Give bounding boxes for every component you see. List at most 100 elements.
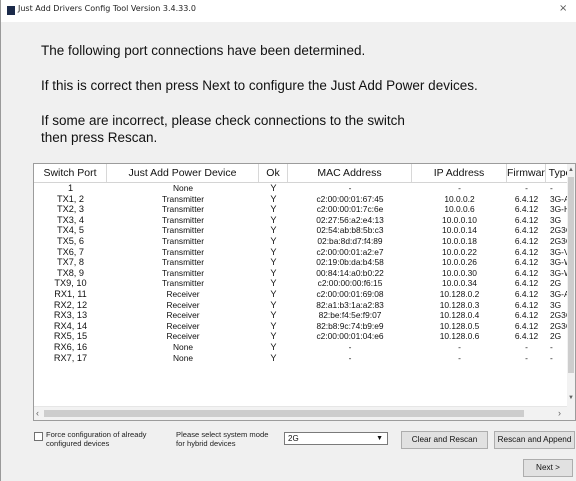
cell-firmware: 6.4.12	[514, 225, 539, 236]
cell-mac-address: c2:00:00:01:7c:6e	[316, 204, 384, 215]
table-row[interactable]: RX2, 12 Receiver Y 82:a1:b3:1a:a2:83 10.128.…	[34, 300, 567, 311]
cell-mac-address: -	[348, 352, 352, 363]
horizontal-scroll-thumb[interactable]	[44, 410, 524, 417]
table-row[interactable]: RX3, 13 Receiver Y 82:be:f4:5e:f9:07 10.128.…	[34, 310, 575, 321]
cell-ip-address: -	[458, 341, 461, 352]
cell-mac-address: -	[348, 341, 352, 352]
cell-switch-port: RX5, 15	[53, 331, 88, 342]
cell-device: Receiver	[166, 288, 200, 299]
horizontal-scrollbar[interactable]: ‹ ›	[34, 406, 567, 420]
cell-ok: Y	[270, 278, 277, 289]
vertical-scroll-thumb[interactable]	[568, 177, 574, 373]
cell-firmware: 6.4.12	[514, 288, 539, 299]
cell-mac-address: 02:ba:8d:d7:f4:89	[317, 235, 383, 246]
header-ip-address[interactable]: IP Address	[412, 164, 507, 182]
cell-mac-address: 82:b8:9c:74:b9:e9	[316, 320, 384, 331]
table-row[interactable]: RX4, 14 Receiver Y 82:b8:9c:74:b9:e9 10.128.…	[34, 320, 572, 332]
cell-device: Transmitter	[161, 235, 205, 246]
table-row[interactable]: RX1, 11 Receiver Yc2:00:00:01:69:08 10.128.…	[34, 288, 575, 300]
scrollbar-corner	[567, 406, 575, 420]
close-icon[interactable]: ×	[559, 3, 567, 14]
cell-ip-address: 10.128.0.5	[439, 320, 480, 331]
table-row[interactable]: TX4, 5 Transmitter Y 02:54:ab:b8:5b:c3 10.0.…	[34, 225, 575, 236]
rescan-and-append-button[interactable]: Rescan and Append	[494, 431, 575, 449]
table-row[interactable]: RX7, 17 None Y - - - -	[34, 353, 567, 364]
scroll-up-icon[interactable]: ▲	[567, 166, 575, 174]
cell-ip-address: 10.0.0.34	[442, 278, 477, 289]
cell-device: Transmitter	[161, 225, 205, 236]
cell-ok: Y	[270, 246, 277, 257]
cell-firmware: -	[525, 341, 528, 352]
cell-device: None	[172, 341, 194, 352]
chevron-down-icon[interactable]: ▼	[376, 433, 383, 444]
table-row[interactable]: RX5, 15 Receiver Yc2:00:00:01:04:e6 10.128.…	[34, 331, 567, 342]
cell-firmware: -	[525, 183, 528, 193]
cell-ok: Y	[270, 183, 277, 193]
cell-mac-address: c2:00:00:01:67:45	[316, 193, 384, 204]
message-line-4: then press Rescan.	[41, 130, 158, 145]
system-mode-label-line2: for hybrid devices	[176, 439, 236, 448]
force-config-label: Force configuration of already configure…	[46, 430, 146, 448]
table-row[interactable]: TX7, 8 Transmitter Y 02:19:0b:da:b4:58 10.0.…	[34, 257, 575, 268]
cell-ip-address: 10.0.0.10	[442, 214, 477, 225]
message-line-3: If some are incorrect, please check conn…	[41, 113, 405, 128]
cell-switch-port: RX6, 16	[53, 341, 88, 352]
cell-ip-address: 10.128.0.2	[439, 288, 480, 299]
header-firmware[interactable]: Firmware	[507, 164, 546, 182]
system-mode-value: 2G	[288, 434, 299, 443]
table-row[interactable]: TX2, 3 Transmitter Yc2:00:00:01:7c:6e 10.0.…	[34, 204, 575, 215]
cell-firmware: 6.4.12	[514, 331, 539, 342]
vertical-scrollbar[interactable]: ▲ ▼	[567, 164, 575, 406]
cell-firmware: 6.4.12	[514, 278, 539, 289]
cell-switch-port: TX3, 4	[56, 214, 85, 225]
cell-ip-address: 10.128.0.3	[439, 299, 480, 310]
force-config-checkbox[interactable]	[34, 432, 43, 441]
cell-device: Transmitter	[161, 257, 205, 268]
clear-and-rescan-button[interactable]: Clear and Rescan	[401, 431, 488, 449]
header-mac-address[interactable]: MAC Address	[288, 164, 412, 182]
cell-mac-address: 00:84:14:a0:b0:22	[316, 267, 384, 278]
table-row[interactable]: TX8, 9 Transmitter Y 00:84:14:a0:b0:22 10.0.…	[34, 267, 575, 279]
scroll-right-icon[interactable]: ›	[558, 408, 561, 418]
cell-ip-address: 10.0.0.18	[442, 235, 477, 246]
port-connections-table[interactable]: Switch Port Just Add Power Device Ok MAC…	[33, 163, 576, 421]
cell-switch-port: RX7, 17	[53, 352, 88, 363]
cell-ok: Y	[270, 214, 277, 225]
cell-switch-port: RX3, 13	[53, 310, 88, 321]
cell-device: Transmitter	[161, 204, 205, 215]
cell-ok: Y	[270, 310, 277, 321]
table-row[interactable]: RX6, 16 None Y - - - -	[34, 342, 567, 353]
table-row[interactable]: TX1, 2 Transmitter Yc2:00:00:01:67:45 10.0.…	[34, 193, 575, 205]
table-row[interactable]: TX9, 10 Transmitter Yc2:00:00:00:f6:15 10.0…	[34, 278, 567, 289]
cell-mac-address: c2:00:00:01:69:08	[316, 288, 384, 299]
table-row[interactable]: 1 None Y - - - -	[34, 183, 567, 194]
cell-firmware: 6.4.12	[514, 214, 539, 225]
cell-switch-port: 1	[67, 183, 74, 193]
header-device[interactable]: Just Add Power Device	[107, 164, 259, 182]
system-mode-select[interactable]: 2G ▼	[284, 432, 388, 445]
table-row[interactable]: TX3, 4 Transmitter Y 02:27:56:a2:e4:13 10.0.…	[34, 215, 567, 226]
cell-ip-address: 10.0.0.6	[444, 204, 475, 215]
table-row[interactable]: TX6, 7 Transmitter Yc2:00:00:01:a2:e7 10.0.…	[34, 246, 575, 258]
cell-mac-address: -	[348, 183, 352, 193]
cell-mac-address: 82:be:f4:5e:f9:07	[318, 310, 382, 321]
cell-device: Transmitter	[161, 267, 205, 278]
cell-device: Transmitter	[161, 246, 205, 257]
header-switch-port[interactable]: Switch Port	[34, 164, 107, 182]
scroll-left-icon[interactable]: ‹	[36, 408, 39, 418]
table-row[interactable]: TX5, 6 Transmitter Y 02:ba:8d:d7:f4:89 10.0.…	[34, 235, 572, 247]
cell-ok: Y	[270, 193, 277, 204]
cell-ip-address: -	[458, 352, 461, 363]
cell-firmware: 6.4.12	[514, 246, 539, 257]
cell-device: Receiver	[166, 331, 200, 342]
cell-firmware: 6.4.12	[514, 267, 539, 278]
cell-ok: Y	[270, 235, 277, 246]
cell-ok: Y	[270, 204, 277, 215]
header-ok[interactable]: Ok	[259, 164, 288, 182]
next-button[interactable]: Next >	[523, 459, 573, 477]
cell-switch-port: TX4, 5	[56, 225, 85, 236]
message-line-2: If this is correct then press Next to co…	[41, 78, 478, 93]
cell-ok: Y	[270, 341, 277, 352]
cell-firmware: 6.4.12	[514, 193, 539, 204]
scroll-down-icon[interactable]: ▼	[567, 394, 575, 402]
